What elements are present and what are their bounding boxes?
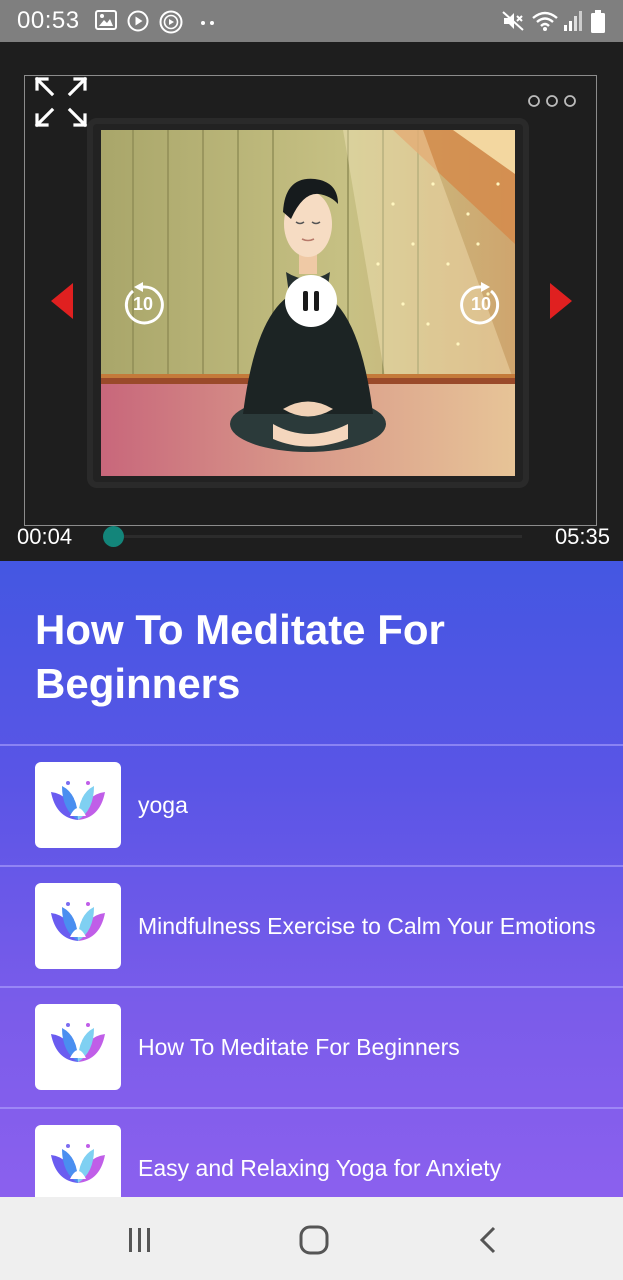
lotus-logo-thumbnail: [35, 1004, 121, 1090]
pause-icon: [285, 275, 337, 327]
lotus-icon: [51, 1144, 105, 1183]
lotus-logo-thumbnail: [35, 762, 121, 848]
list-item[interactable]: yoga: [0, 744, 623, 865]
previous-arrow-icon[interactable]: [49, 281, 75, 326]
system-nav-bar: [0, 1197, 623, 1280]
current-time: 00:04: [17, 524, 73, 549]
next-arrow-icon[interactable]: [548, 281, 574, 326]
lotus-logo-thumbnail: [35, 883, 121, 969]
pause-button[interactable]: [285, 275, 337, 332]
fullscreen-icon[interactable]: [34, 76, 88, 133]
status-bar: 00:53: [0, 0, 623, 42]
list-item-label: Mindfulness Exercise to Calm Your Emotio…: [138, 913, 596, 939]
battery-icon: [591, 10, 605, 38]
list-item-label: How To Meditate For Beginners: [138, 1034, 460, 1060]
play-circle-icon: [127, 10, 149, 37]
duration-time: 05:35: [554, 524, 610, 549]
more-options-icon[interactable]: [528, 93, 576, 114]
content-panel: How To Meditate For Beginners yoga Mindf…: [0, 561, 623, 1211]
rewind-10-button[interactable]: 10: [120, 282, 166, 328]
forward-10-button[interactable]: 10: [458, 282, 504, 328]
recent-apps-icon[interactable]: [127, 1227, 153, 1258]
video-list: yoga Mindfulness Exercise to Calm Your E…: [0, 744, 623, 1228]
list-item-label: Easy and Relaxing Yoga for Anxiety: [138, 1155, 502, 1181]
list-item[interactable]: How To Meditate For Beginners: [0, 986, 623, 1107]
video-title: How To Meditate For Beginners: [35, 606, 445, 707]
lotus-icon: [51, 1023, 105, 1062]
mute-icon: [501, 10, 525, 37]
image-icon: [95, 10, 117, 35]
seek-bar[interactable]: [112, 535, 522, 538]
lotus-icon: [51, 781, 105, 820]
video-player[interactable]: 10 10 00:04 05:35: [0, 42, 623, 561]
wifi-icon: [531, 10, 559, 37]
signal-icon: [563, 10, 583, 37]
status-time: 00:53: [17, 7, 80, 34]
lotus-icon: [51, 902, 105, 941]
more-dots-icon: [200, 14, 216, 32]
list-item-label: yoga: [138, 792, 188, 818]
media-icon: [159, 10, 183, 39]
home-icon[interactable]: [299, 1225, 329, 1260]
rewind-seconds-label: 10: [132, 294, 154, 314]
back-icon[interactable]: [478, 1226, 498, 1259]
list-item[interactable]: Mindfulness Exercise to Calm Your Emotio…: [0, 865, 623, 986]
forward-seconds-label: 10: [470, 294, 492, 314]
seek-thumb[interactable]: [103, 526, 124, 547]
